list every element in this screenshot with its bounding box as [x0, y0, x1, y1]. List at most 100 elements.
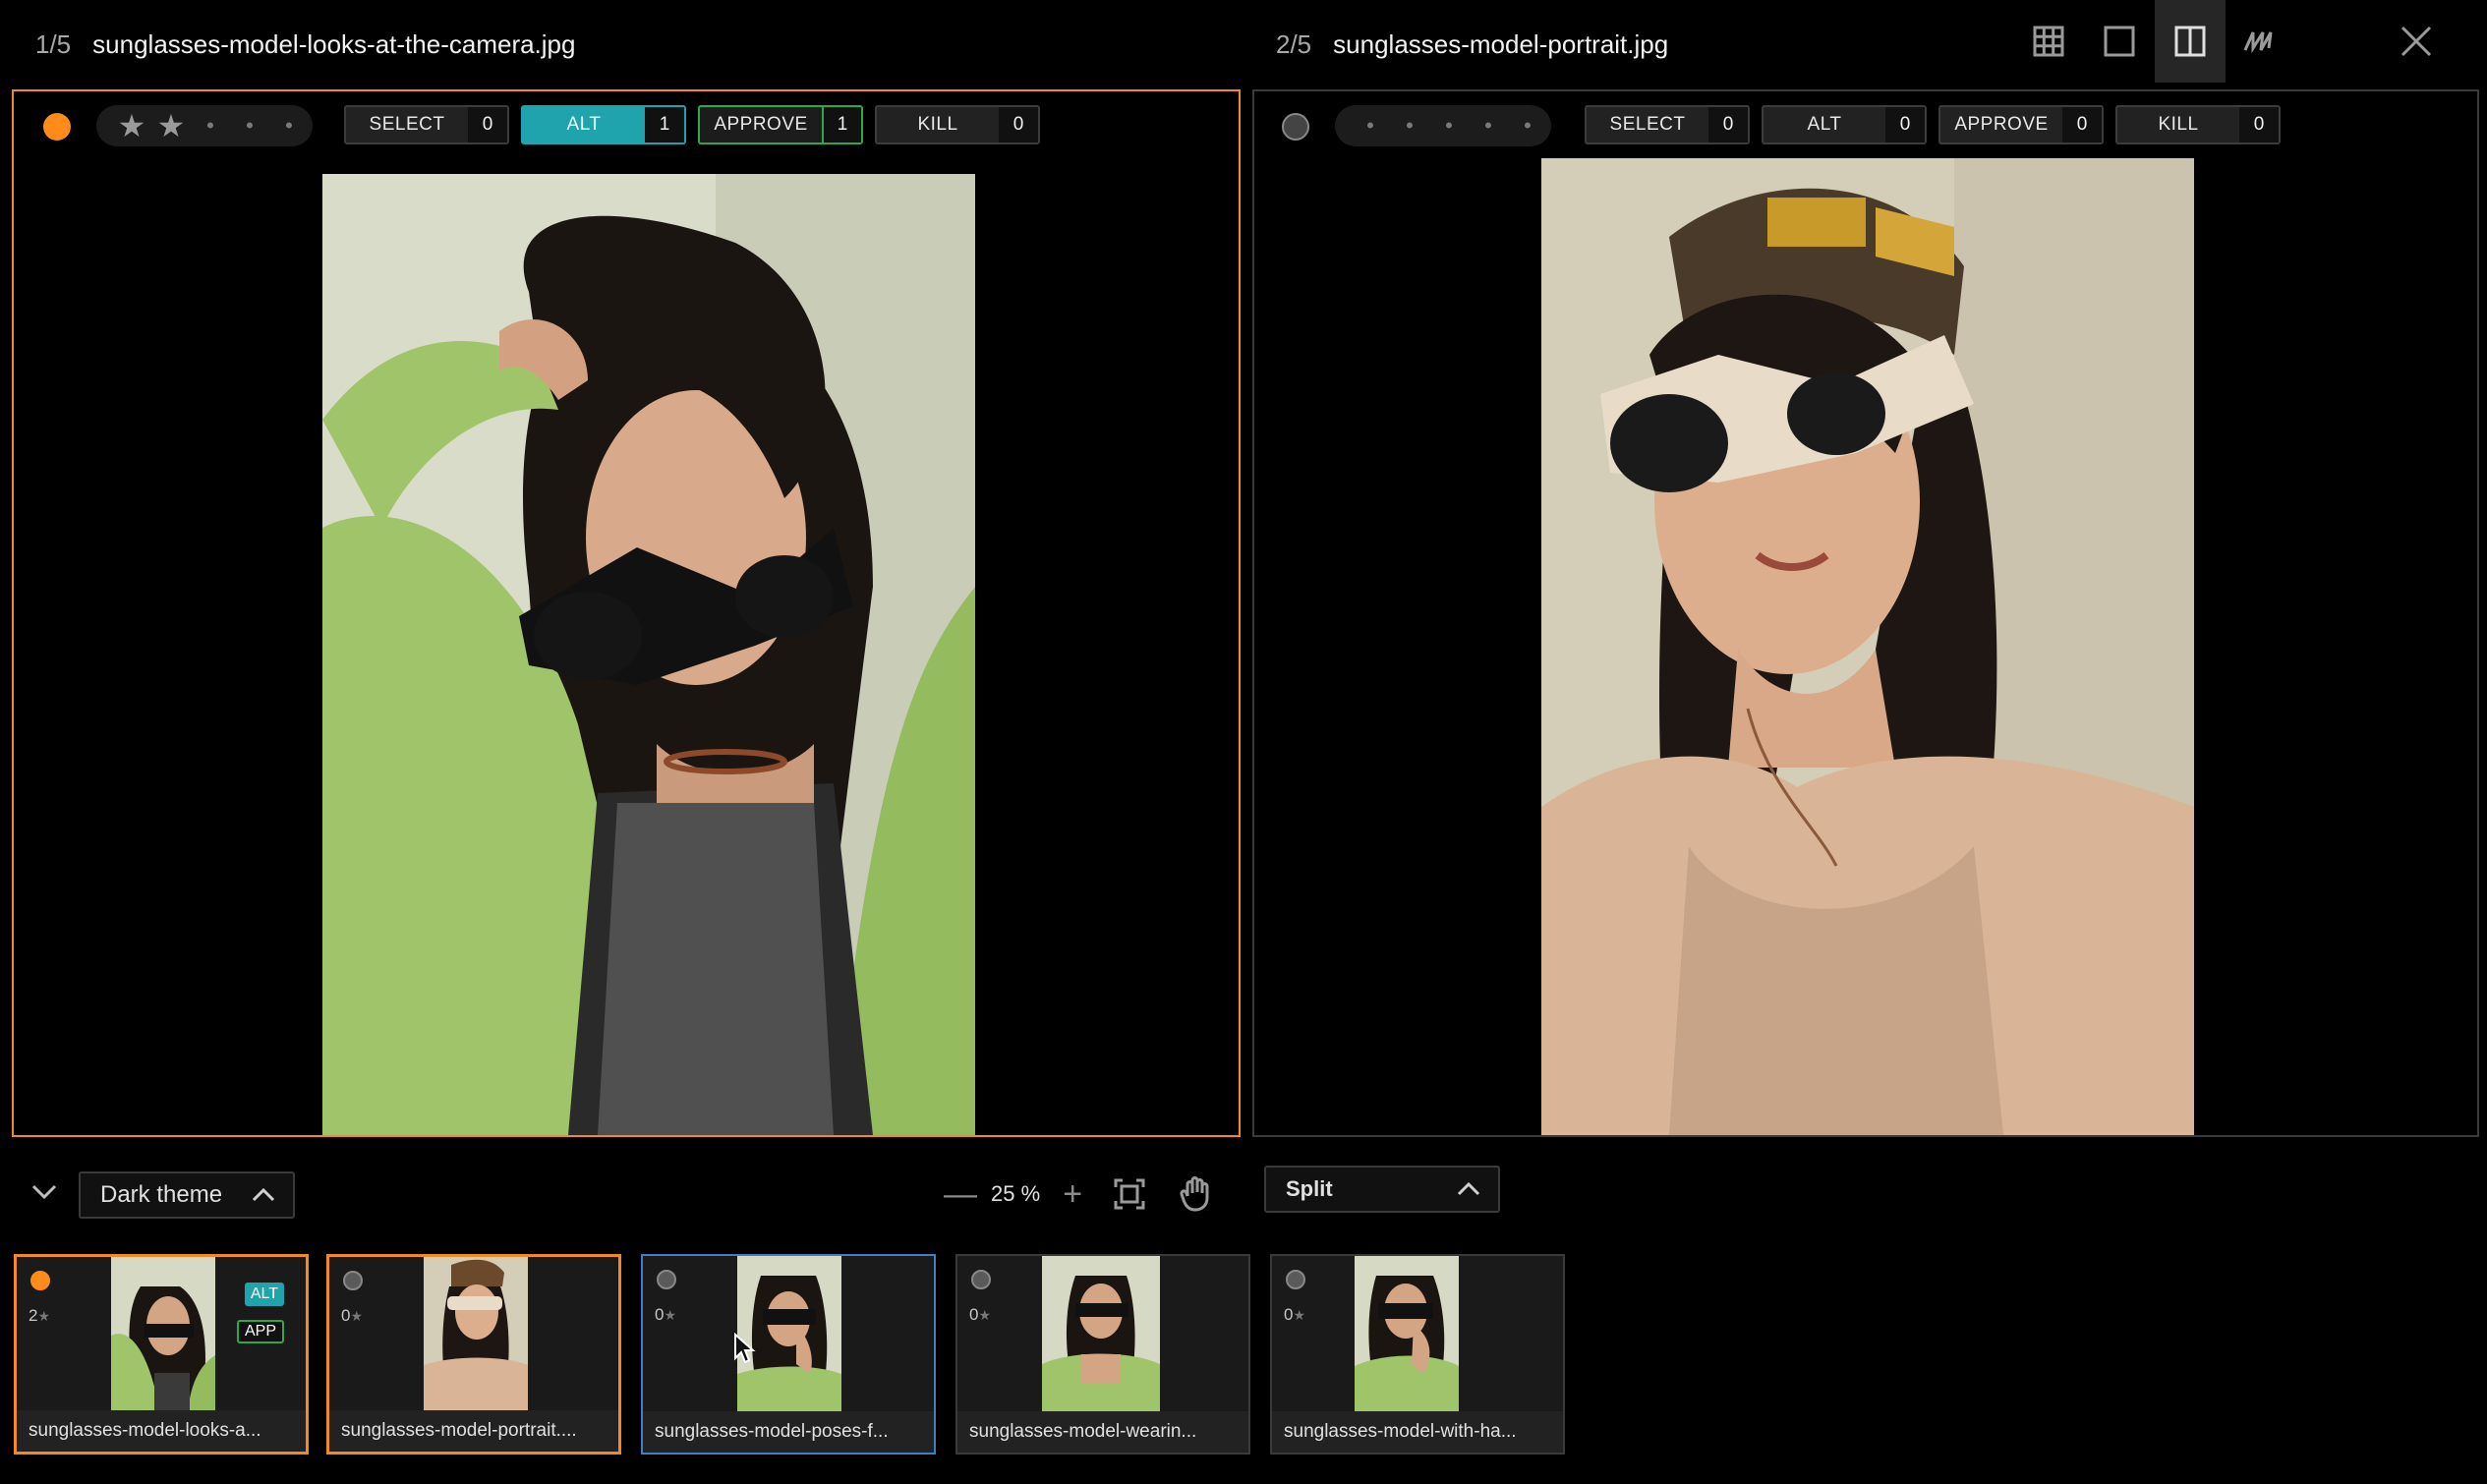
- tag-label: ALT: [1807, 114, 1842, 135]
- star-icon[interactable]: ★: [112, 105, 151, 146]
- right-select-tag-button[interactable]: SELECT 0: [1585, 105, 1750, 144]
- rating-count: 0★: [655, 1305, 676, 1325]
- approve-badge: APP: [236, 1320, 284, 1343]
- single-view-icon: [2104, 26, 2135, 57]
- color-label-dot: [343, 1271, 363, 1290]
- star-icon: ★: [664, 1307, 677, 1323]
- filmstrip-thumb[interactable]: 2★ ALT APP sunglasses-model-looks-a...: [14, 1254, 309, 1455]
- color-label-dot: [30, 1271, 50, 1290]
- tag-label: APPROVE: [1954, 114, 2049, 135]
- color-label-dot: [971, 1270, 991, 1289]
- empty-star-icon[interactable]: •: [1429, 105, 1469, 146]
- fit-to-screen-button[interactable]: [1105, 1177, 1154, 1211]
- thumbnail-image: [1355, 1256, 1459, 1413]
- hand-icon: [1180, 1176, 1209, 1212]
- right-image-header: 2/5 sunglasses-model-portrait.jpg: [1276, 29, 1668, 60]
- right-star-rating[interactable]: • • • • •: [1335, 105, 1551, 146]
- empty-star-icon[interactable]: •: [1351, 105, 1390, 146]
- zoom-number: 25: [991, 1181, 1015, 1206]
- tag-label: ALT: [566, 114, 602, 135]
- star-icon: ★: [1293, 1307, 1306, 1323]
- tag-label: SELECT: [1609, 114, 1686, 135]
- tag-label: KILL: [917, 114, 958, 135]
- star-icon: ★: [978, 1307, 992, 1323]
- collapse-filmstrip-button[interactable]: [28, 1175, 61, 1209]
- thumbnail-image: [1042, 1256, 1160, 1413]
- left-image-header: 1/5 sunglasses-model-looks-at-the-camera…: [35, 29, 575, 60]
- left-image-panel[interactable]: ★ ★ • • • SELECT 0 ALT 1 APPROVE 1 KILL …: [12, 89, 1241, 1137]
- single-view-button[interactable]: [2084, 0, 2155, 83]
- tag-label: SELECT: [369, 114, 445, 135]
- close-icon: [2400, 26, 2432, 57]
- empty-star-icon[interactable]: •: [269, 105, 309, 146]
- chevron-up-icon: [252, 1187, 275, 1202]
- zoom-in-button[interactable]: +: [1058, 1177, 1087, 1211]
- right-image-filename: sunglasses-model-portrait.jpg: [1333, 29, 1669, 59]
- left-approve-tag-button[interactable]: APPROVE 1: [698, 105, 863, 144]
- thumbnail-filename: sunglasses-model-looks-a...: [17, 1410, 306, 1452]
- tag-count: 0: [2062, 107, 2102, 143]
- thumbnail-filename: sunglasses-model-poses-f...: [643, 1411, 934, 1453]
- empty-star-icon[interactable]: •: [1390, 105, 1429, 146]
- left-color-label-dot[interactable]: [43, 113, 71, 141]
- grid-view-icon: [2033, 26, 2064, 57]
- star-icon[interactable]: ★: [151, 105, 191, 146]
- compare-mode-dropdown[interactable]: Split: [1264, 1166, 1500, 1213]
- right-alt-tag-button[interactable]: ALT 0: [1762, 105, 1927, 144]
- left-toolbar: ★ ★ • • • SELECT 0 ALT 1 APPROVE 1 KILL …: [14, 103, 1239, 146]
- tag-label: APPROVE: [714, 114, 808, 135]
- chevron-down-icon: [31, 1184, 57, 1200]
- chevron-up-icon: [1457, 1181, 1480, 1196]
- rating-count: 0★: [341, 1306, 363, 1326]
- rating-count: 2★: [29, 1306, 50, 1326]
- left-star-rating[interactable]: ★ ★ • • •: [96, 105, 313, 146]
- bottom-bar: Dark theme — 25 % + Split: [0, 1160, 2487, 1228]
- filmstrip-thumb[interactable]: 0★ sunglasses-model-portrait....: [326, 1254, 621, 1455]
- tag-count: 1: [645, 107, 684, 143]
- filmstrip-thumb[interactable]: 0★ sunglasses-model-poses-f...: [641, 1254, 936, 1455]
- left-main-photo: [322, 174, 975, 1135]
- color-label-dot: [657, 1270, 676, 1289]
- close-button[interactable]: [2381, 0, 2452, 83]
- alt-badge: ALT: [244, 1283, 284, 1306]
- filmstrip-thumb[interactable]: 0★ sunglasses-model-wearin...: [955, 1254, 1250, 1455]
- tag-count: 0: [1885, 107, 1925, 143]
- split-view-button[interactable]: [2155, 0, 2226, 83]
- zoom-controls: — 25 % +: [944, 1170, 1221, 1219]
- thumbnail-filename: sunglasses-model-with-ha...: [1272, 1411, 1563, 1453]
- tag-label: KILL: [2158, 114, 2199, 135]
- left-select-tag-button[interactable]: SELECT 0: [344, 105, 509, 144]
- left-alt-tag-button[interactable]: ALT 1: [521, 105, 686, 144]
- empty-star-icon[interactable]: •: [191, 105, 230, 146]
- theme-dropdown-label: Dark theme: [100, 1181, 223, 1208]
- right-main-photo: [1541, 158, 2194, 1135]
- right-kill-tag-button[interactable]: KILL 0: [2115, 105, 2281, 144]
- star-icon: ★: [350, 1308, 364, 1324]
- thumbnail-image: [424, 1257, 528, 1414]
- empty-star-icon[interactable]: •: [1508, 105, 1547, 146]
- pan-tool-button[interactable]: [1172, 1176, 1221, 1212]
- tag-count: 0: [2239, 107, 2279, 143]
- star-icon: ★: [37, 1308, 51, 1324]
- empty-star-icon[interactable]: •: [230, 105, 269, 146]
- color-label-dot: [1286, 1270, 1305, 1289]
- mouse-cursor-icon: [734, 1333, 756, 1364]
- thumbnail-filename: sunglasses-model-wearin...: [957, 1411, 1248, 1453]
- right-toolbar: • • • • • SELECT 0 ALT 0 APPROVE 0 KILL …: [1254, 103, 2477, 146]
- right-image-panel[interactable]: • • • • • SELECT 0 ALT 0 APPROVE 0 KILL …: [1252, 89, 2479, 1137]
- zoom-out-button[interactable]: —: [944, 1177, 977, 1211]
- theme-dropdown[interactable]: Dark theme: [79, 1171, 295, 1219]
- right-approve-tag-button[interactable]: APPROVE 0: [1938, 105, 2104, 144]
- signature-button[interactable]: [2226, 0, 2296, 83]
- empty-star-icon[interactable]: •: [1469, 105, 1508, 146]
- left-kill-tag-button[interactable]: KILL 0: [875, 105, 1040, 144]
- top-header: 1/5 sunglasses-model-looks-at-the-camera…: [0, 0, 2487, 88]
- left-image-index: 1/5: [35, 29, 72, 59]
- grid-view-button[interactable]: [2013, 0, 2084, 83]
- compare-mode-label: Split: [1286, 1176, 1333, 1201]
- split-view-icon: [2174, 26, 2206, 57]
- view-mode-toolbar: [2013, 0, 2452, 83]
- right-color-label-dot[interactable]: [1282, 113, 1309, 141]
- signature-icon: [2243, 31, 2273, 54]
- filmstrip-thumb[interactable]: 0★ sunglasses-model-with-ha...: [1270, 1254, 1565, 1455]
